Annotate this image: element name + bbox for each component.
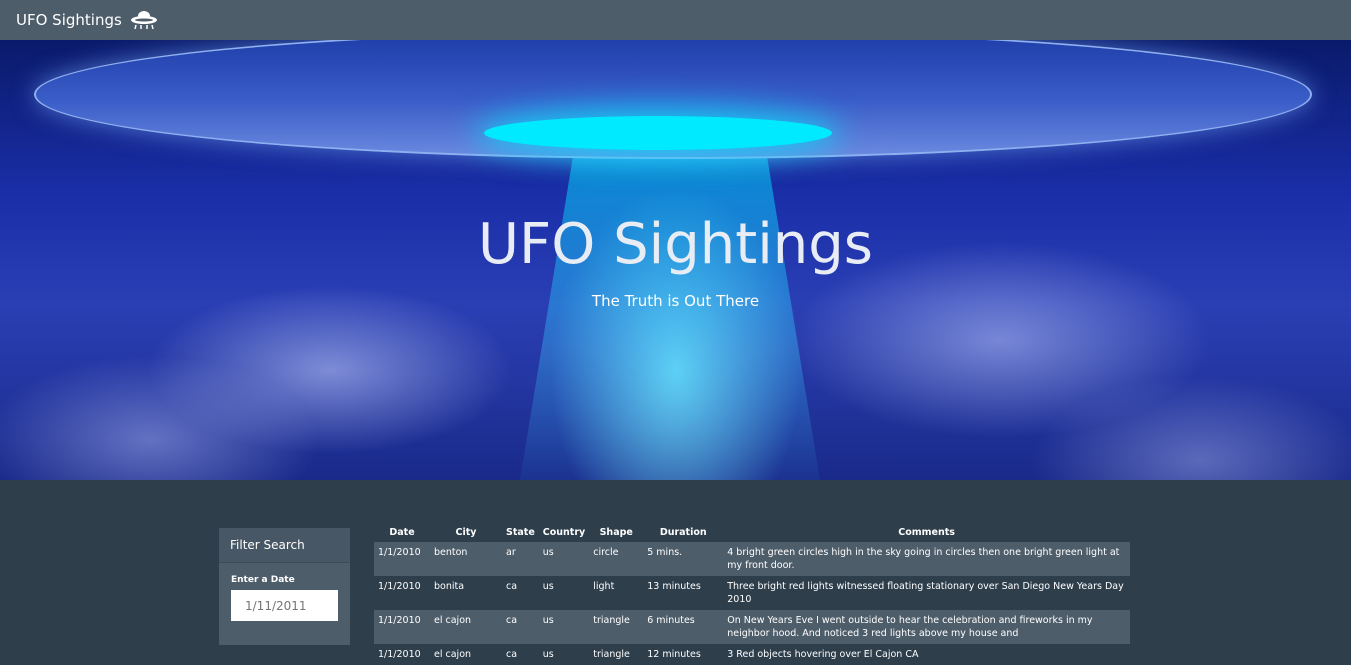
filter-header: Filter Search [219, 528, 350, 563]
cell-duration: 6 minutes [647, 615, 695, 626]
sightings-table: Date City State Country Shape Duration C… [374, 522, 1130, 665]
cell-duration: 13 minutes [647, 581, 701, 592]
cell-date: 1/1/2010 [378, 649, 421, 660]
cell-city: benton [434, 547, 468, 558]
date-input[interactable] [231, 590, 338, 621]
header-state: State [506, 526, 535, 538]
date-label: Enter a Date [231, 575, 295, 585]
table-header-row: Date City State Country Shape Duration C… [374, 522, 1130, 542]
table-row: 1/1/2010 el cajon ca us triangle 12 minu… [374, 644, 1130, 665]
hero-title: UFO Sightings [478, 212, 873, 277]
cell-comments: 4 bright green circles high in the sky g… [727, 547, 1120, 571]
cell-shape: triangle [593, 615, 630, 626]
navbar: UFO Sightings [0, 0, 1351, 40]
cell-comments: Three bright red lights witnessed floati… [727, 581, 1124, 605]
header-duration: Duration [659, 526, 707, 538]
header-country: Country [542, 526, 586, 538]
cell-country: us [542, 615, 554, 626]
table-row: 1/1/2010 benton ar us circle 5 mins. 4 b… [374, 542, 1130, 576]
light-beam [520, 150, 820, 480]
cell-comments: 3 Red objects hovering over El Cajon CA [727, 649, 919, 660]
cell-shape: light [593, 581, 615, 592]
filter-panel: Filter Search Enter a Date [219, 528, 350, 645]
cell-date: 1/1/2010 [378, 581, 421, 592]
brand-title: UFO Sightings [16, 11, 122, 29]
cell-city: el cajon [434, 649, 472, 660]
cell-country: us [542, 649, 554, 660]
cell-state: ca [506, 581, 518, 592]
cell-state: ar [506, 547, 516, 558]
cell-city: bonita [434, 581, 465, 592]
cell-city: el cajon [434, 615, 472, 626]
header-city: City [455, 526, 477, 538]
cell-date: 1/1/2010 [378, 547, 421, 558]
hero-banner: UFO Sightings The Truth is Out There [0, 40, 1351, 480]
brand-link[interactable]: UFO Sightings [16, 10, 158, 30]
cell-state: ca [506, 615, 518, 626]
header-comments: Comments [898, 526, 955, 538]
header-date: Date [389, 526, 415, 538]
cell-country: us [542, 547, 554, 558]
ufo-icon [130, 10, 158, 30]
cell-state: ca [506, 649, 518, 660]
cell-duration: 12 minutes [647, 649, 701, 660]
cell-duration: 5 mins. [647, 547, 683, 558]
table-row: 1/1/2010 el cajon ca us triangle 6 minut… [374, 610, 1130, 644]
header-shape: Shape [599, 526, 633, 538]
table-row: 1/1/2010 bonita ca us light 13 minutes T… [374, 576, 1130, 610]
cell-date: 1/1/2010 [378, 615, 421, 626]
cell-shape: triangle [593, 649, 630, 660]
cell-shape: circle [593, 547, 619, 558]
hero-subtitle: The Truth is Out There [591, 292, 760, 310]
cell-comments: On New Years Eve I went outside to hear … [727, 615, 1093, 639]
cell-country: us [542, 581, 554, 592]
ufo-light [484, 116, 832, 150]
